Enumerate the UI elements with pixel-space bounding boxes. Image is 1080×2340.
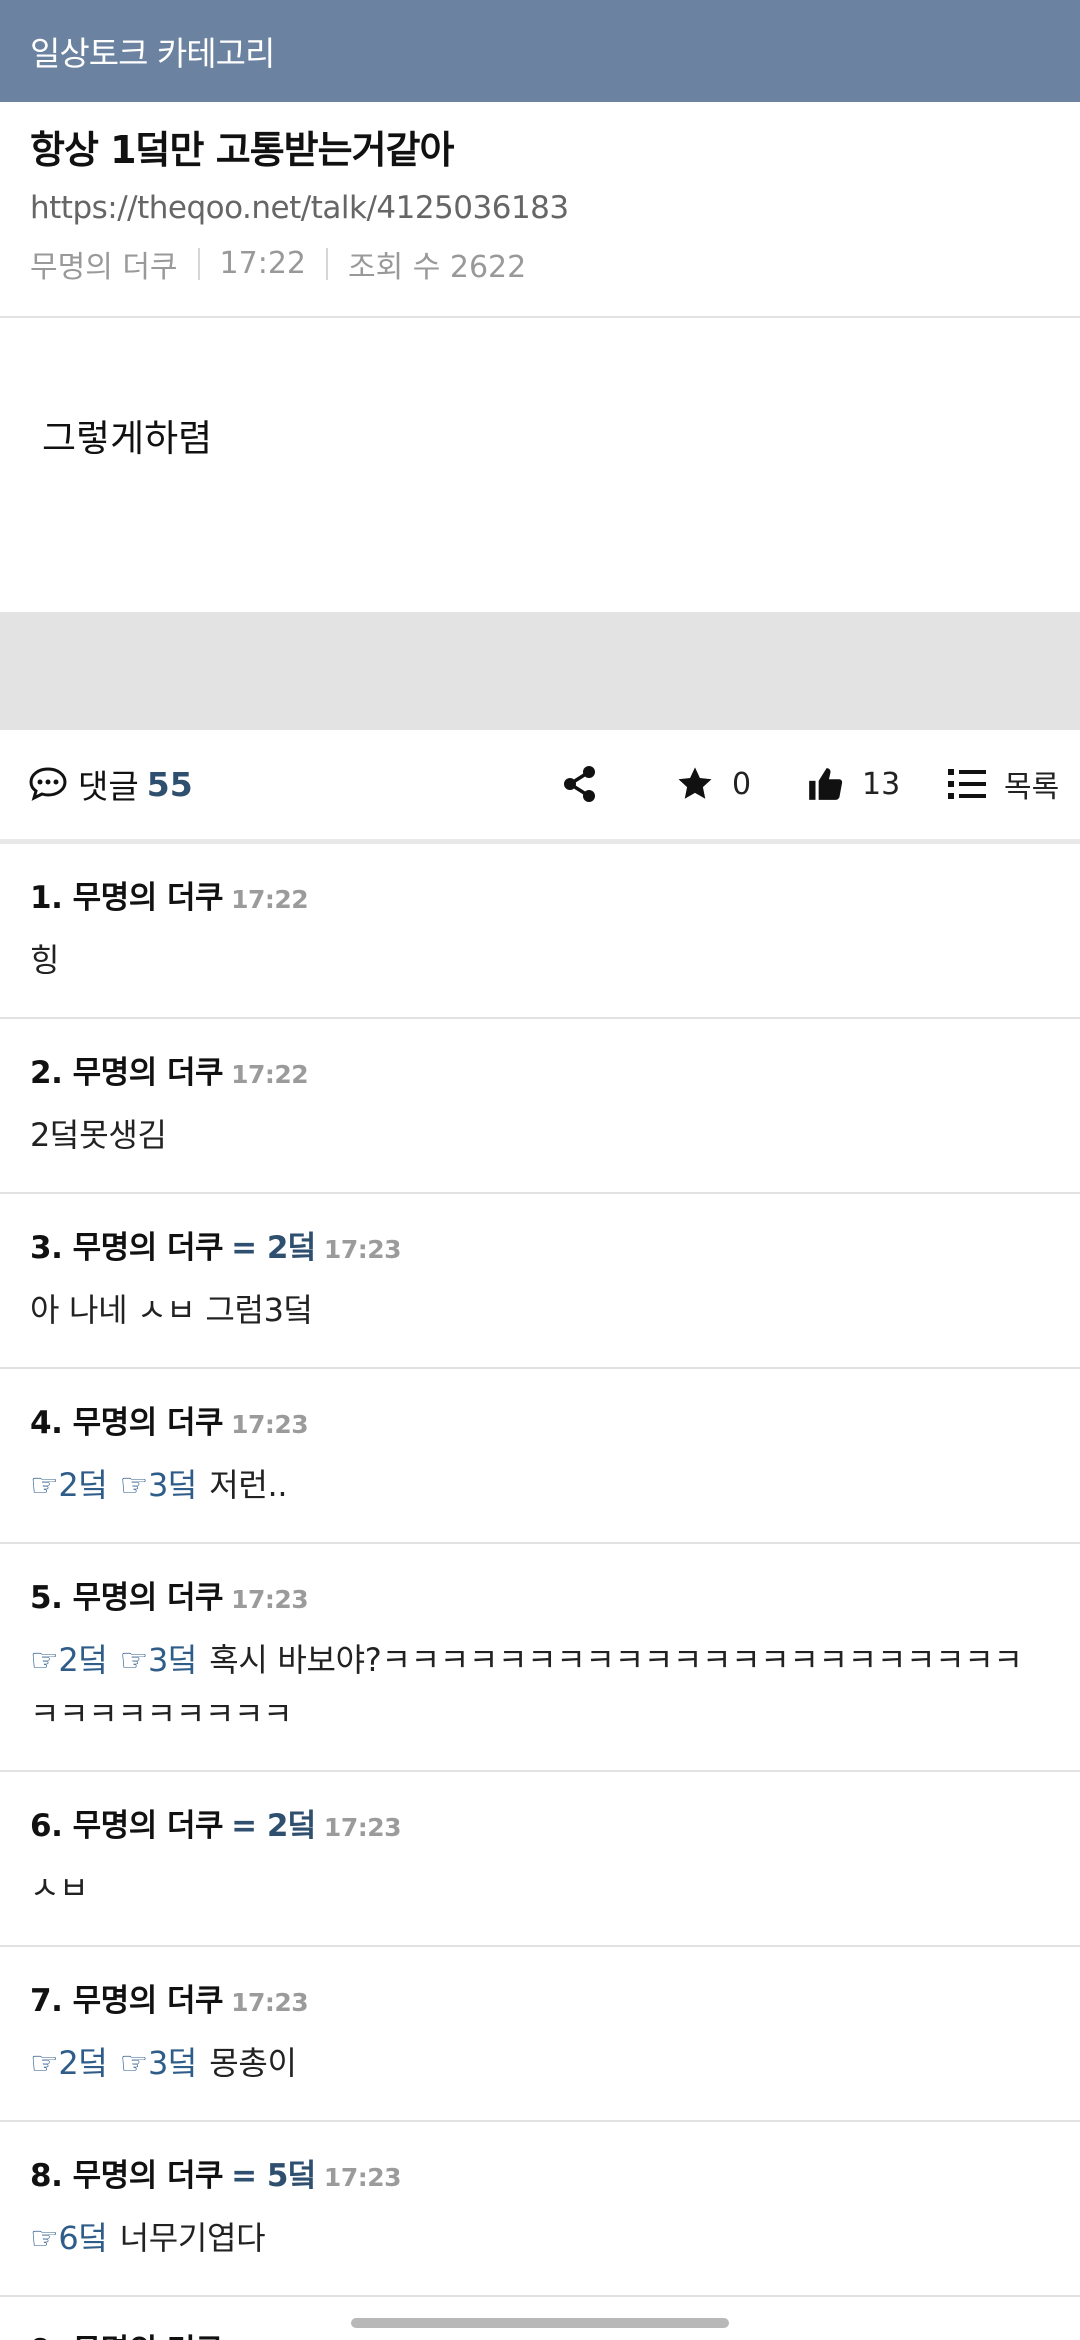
comment-number: 5. [30, 1579, 63, 1616]
comment-header: 4. 무명의 더쿠 17:23 [30, 1397, 1050, 1442]
home-indicator[interactable] [351, 2318, 729, 2328]
thumbs-up-icon [809, 768, 843, 800]
category-header[interactable]: 일상토크 카테고리 [0, 0, 1080, 102]
comment-time: 17:23 [323, 1234, 402, 1264]
comment-author: 무명의 더쿠 [72, 1982, 224, 2019]
post-meta: 무명의 더쿠 17:22 조회 수 2622 [30, 242, 1050, 286]
post-body-text: 그렇게하렴 [42, 416, 213, 460]
comment-label: 댓글 [78, 767, 139, 807]
star-count: 0 [732, 766, 752, 802]
comment-author: 무명의 더쿠 [72, 1054, 224, 1091]
comment-ref-link[interactable]: ☞6덬 [30, 2219, 108, 2257]
comment-text: 힝 [30, 940, 60, 979]
comment-number: 9. [30, 2333, 63, 2340]
comment-text: 아 나네 ㅅㅂ 그럼3덬 [30, 1290, 313, 1329]
comment-item[interactable]: 3. 무명의 더쿠 = 2덬 17:23 아 나네 ㅅㅂ 그럼3덬 [0, 1194, 1080, 1369]
comment-author: 무명의 더쿠 [72, 1579, 224, 1616]
comment-ref-link[interactable]: ☞2덬 [30, 1641, 108, 1679]
comment-number: 1. [30, 879, 63, 916]
share-button[interactable] [562, 730, 598, 839]
comment-number: 2. [30, 1054, 63, 1091]
ad-placeholder [0, 611, 1080, 730]
comment-author: 무명의 더쿠 [72, 1807, 224, 1844]
comment-body: ☞2덬 ☞3덬 혹시 바보야?ㅋㅋㅋㅋㅋㅋㅋㅋㅋㅋㅋㅋㅋㅋㅋㅋㅋㅋㅋㅋㅋㅋㅋㅋㅋㅋㅋ… [30, 1633, 1050, 1742]
comment-header: 5. 무명의 더쿠 17:23 [30, 1572, 1050, 1617]
comment-number: 55 [146, 764, 193, 804]
reply-target[interactable]: = 5덬 [231, 2150, 316, 2195]
reply-target[interactable]: = 2덬 [231, 1222, 316, 1267]
comment-header: 3. 무명의 더쿠 = 2덬 17:23 [30, 1222, 1050, 1267]
comment-header: 7. 무명의 더쿠 17:23 [30, 1975, 1050, 2020]
comment-author: 무명의 더쿠 [72, 2157, 224, 2194]
comment-number: 7. [30, 1982, 63, 2019]
comment-ref-link[interactable]: ☞2덬 [30, 1466, 108, 1504]
share-icon [564, 766, 595, 803]
comment-item[interactable]: 6. 무명의 더쿠 = 2덬 17:23 ㅅㅂ [0, 1772, 1080, 1947]
list-label: 목록 [1004, 770, 1060, 806]
comment-body: ☞2덬 ☞3덬 저런.. [30, 1458, 1050, 1512]
post-author: 무명의 더쿠 [30, 249, 178, 285]
comment-time: 17:23 [323, 1812, 402, 1842]
bookmark-button[interactable]: 0 [676, 730, 751, 839]
comment-item[interactable]: 7. 무명의 더쿠 17:23 ☞2덬 ☞3덬 몽총이 [0, 1947, 1080, 2122]
post-url[interactable]: https://theqoo.net/talk/4125036183 [30, 190, 1050, 226]
comment-item[interactable]: 2. 무명의 더쿠 17:22 2덬못생김 [0, 1019, 1080, 1194]
comment-time: 17:22 [231, 1059, 309, 1089]
comment-count[interactable]: 댓글 55 [28, 760, 193, 808]
speech-bubble-icon [29, 767, 67, 801]
comment-header: 6. 무명의 더쿠 = 2덬 17:23 [30, 1800, 1050, 1845]
post-views: 조회 수 2622 [348, 249, 527, 285]
comment-time: 17:22 [231, 884, 309, 914]
comment-time: 17:23 [231, 1409, 309, 1439]
comment-text: 저런.. [209, 1465, 288, 1504]
comment-author: 무명의 더쿠 [72, 879, 224, 916]
comment-time: 17:23 [231, 1987, 309, 2017]
comment-list: 1. 무명의 더쿠 17:22 힝 2. 무명의 더쿠 17:22 2덬못생김 … [0, 844, 1080, 2340]
category-title: 일상토크 카테고리 [30, 34, 275, 73]
meta-divider [197, 247, 200, 280]
comment-author: 무명의 더쿠 [72, 1229, 224, 1266]
comment-item[interactable]: 8. 무명의 더쿠 = 5덬 17:23 ☞6덬 너무기엽다 [0, 2122, 1080, 2297]
comment-number: 8. [30, 2157, 63, 2194]
comment-header: 2. 무명의 더쿠 17:22 [30, 1047, 1050, 1092]
post-body: 그렇게하렴 [0, 318, 1080, 612]
comment-item[interactable]: 1. 무명의 더쿠 17:22 힝 [0, 844, 1080, 1019]
post-title: 항상 1덬만 고통받는거같아 [30, 128, 454, 172]
comment-body: ☞6덬 너무기엽다 [30, 2211, 1050, 2265]
list-button[interactable]: 목록 [948, 730, 1059, 839]
comment-author: 무명의 더쿠 [73, 2325, 224, 2340]
comment-item[interactable]: 4. 무명의 더쿠 17:23 ☞2덬 ☞3덬 저런.. [0, 1369, 1080, 1544]
comment-text: 몽총이 [209, 2043, 297, 2082]
comment-ref-link[interactable]: ☞3덬 [120, 2044, 198, 2082]
meta-divider [326, 247, 329, 280]
like-count: 13 [862, 766, 901, 802]
comment-author: 무명의 더쿠 [72, 1404, 224, 1441]
comment-number: 6. [30, 1807, 63, 1844]
comment-text: ㅅㅂ [30, 1868, 89, 1907]
reply-target[interactable]: = 2덬 [231, 1800, 316, 1845]
comment-header: 8. 무명의 더쿠 = 5덬 17:23 [30, 2150, 1050, 2195]
star-icon [678, 767, 712, 799]
comment-number: 4. [30, 1404, 63, 1441]
comment-header: 1. 무명의 더쿠 17:22 [30, 872, 1050, 917]
post-header: 항상 1덬만 고통받는거같아 https://theqoo.net/talk/4… [0, 102, 1080, 318]
page: 일상토크 카테고리 항상 1덬만 고통받는거같아 https://theqoo.… [0, 0, 1080, 2340]
comment-item[interactable]: 5. 무명의 더쿠 17:23 ☞2덬 ☞3덬 혹시 바보야?ㅋㅋㅋㅋㅋㅋㅋㅋㅋㅋㅋ… [0, 1544, 1080, 1772]
comment-number: 3. [30, 1229, 63, 1266]
like-button[interactable]: 13 [806, 730, 900, 839]
comment-body: ☞2덬 ☞3덬 몽총이 [30, 2036, 1050, 2090]
comment-ref-link[interactable]: ☞3덬 [120, 1641, 198, 1679]
list-icon [948, 769, 986, 800]
post-time: 17:22 [219, 246, 307, 282]
comment-text: 2덬못생김 [30, 1115, 167, 1154]
comment-ref-link[interactable]: ☞2덬 [30, 2044, 108, 2082]
comment-ref-link[interactable]: ☞3덬 [120, 1466, 198, 1504]
action-bar: 댓글 55 0 13 목록 [0, 730, 1080, 844]
comment-time: 17:23 [323, 2162, 402, 2192]
comment-time: 17:23 [231, 1584, 309, 1614]
comment-text: 너무기엽다 [119, 2218, 266, 2257]
